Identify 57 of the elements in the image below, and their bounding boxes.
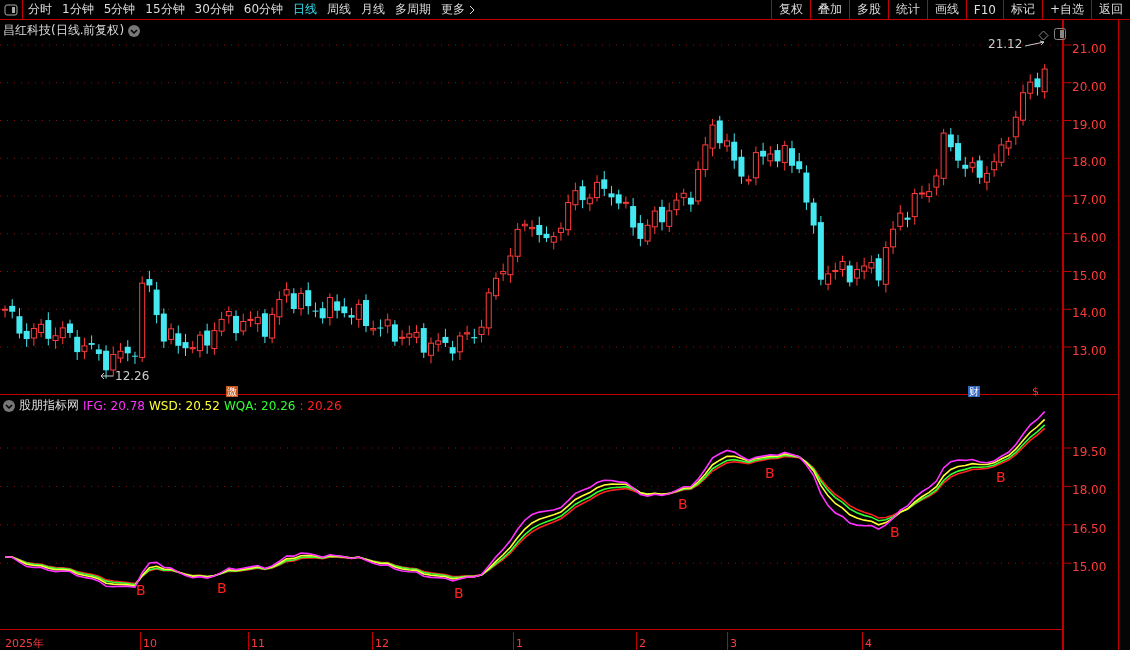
indicator-axis-label: 19.50 (1072, 445, 1107, 459)
chevron-right-icon (468, 4, 477, 15)
price-axis-label: 16.00 (1072, 230, 1107, 245)
indicator-axis-label: 18.00 (1072, 483, 1107, 498)
price-axis-label: 19.00 (1072, 117, 1107, 132)
event-mark[interactable]: $ (1032, 385, 1039, 398)
price-axis-label: 13.00 (1072, 344, 1107, 358)
date-axis-label: 12 (375, 637, 389, 650)
indicator-legend: WQA: 20.26 (223, 398, 296, 413)
period-tab[interactable]: 1分钟 (57, 0, 99, 19)
date-axis-label: 2 (639, 637, 646, 650)
buy-signal-label: B (217, 579, 227, 596)
period-tab[interactable]: 日线 (288, 0, 323, 19)
low-price-label: 12.26 (115, 369, 150, 383)
period-tab[interactable]: 5分钟 (98, 0, 141, 19)
price-axis-label: 18.00 (1072, 155, 1107, 170)
buy-signal-label: B (136, 582, 146, 599)
indicator-axis-label: 15.00 (1072, 560, 1107, 575)
date-axis-label: 11 (251, 637, 265, 650)
date-axis-label: 3 (730, 637, 737, 650)
buy-signal-label: B (996, 469, 1006, 486)
price-axis-label: 15.00 (1072, 268, 1107, 283)
price-axis-label: 17.00 (1072, 193, 1107, 207)
buy-signal-label: B (678, 495, 688, 512)
date-axis-label: 4 (865, 637, 872, 650)
price-axis-label: 21.00 (1072, 42, 1107, 56)
period-tab[interactable]: 月线 (356, 0, 391, 19)
price-axis-label: 14.00 (1072, 306, 1107, 321)
period-tab[interactable]: 周线 (322, 0, 357, 19)
indicator-legend: IFG: 20.78 (83, 398, 145, 413)
price-axis-label: 20.00 (1072, 79, 1107, 94)
pointer-arrow-icon (100, 372, 114, 380)
chevron-down-icon[interactable] (3, 399, 15, 412)
date-axis-label: 2025年 (5, 637, 44, 650)
indicator-axis-label: 16.50 (1072, 521, 1107, 536)
buy-signal-label: B (890, 524, 900, 541)
indicator-legend: WSD: 20.52 (148, 398, 220, 413)
date-axis-label: 1 (516, 637, 523, 650)
event-badge[interactable]: 财 (968, 386, 980, 397)
panel-toggle-icon[interactable] (1054, 28, 1066, 40)
high-price-label: 21.12 (988, 37, 1023, 51)
period-tab[interactable]: 30分钟 (189, 0, 239, 19)
period-tab[interactable]: 更多 (436, 0, 482, 19)
chart-title: 昌红科技(日线.前复权) (3, 22, 125, 39)
panel-toggle-icon[interactable] (4, 3, 18, 16)
chevron-down-icon[interactable] (128, 24, 141, 37)
period-tab[interactable]: 15分钟 (140, 0, 190, 19)
event-badge[interactable]: 激 (226, 386, 238, 397)
pointer-arrow-icon (1024, 40, 1047, 48)
indicator-legend: : 20.26 (299, 398, 342, 413)
period-tab[interactable]: 多周期 (390, 0, 437, 19)
indicator-name: 股朋指标网 (19, 397, 79, 414)
date-axis-label: 10 (143, 637, 157, 650)
period-tab[interactable]: 分时 (23, 0, 57, 19)
buy-signal-label: B (454, 585, 464, 602)
period-tab[interactable]: 60分钟 (238, 0, 289, 19)
buy-signal-label: B (765, 464, 775, 481)
